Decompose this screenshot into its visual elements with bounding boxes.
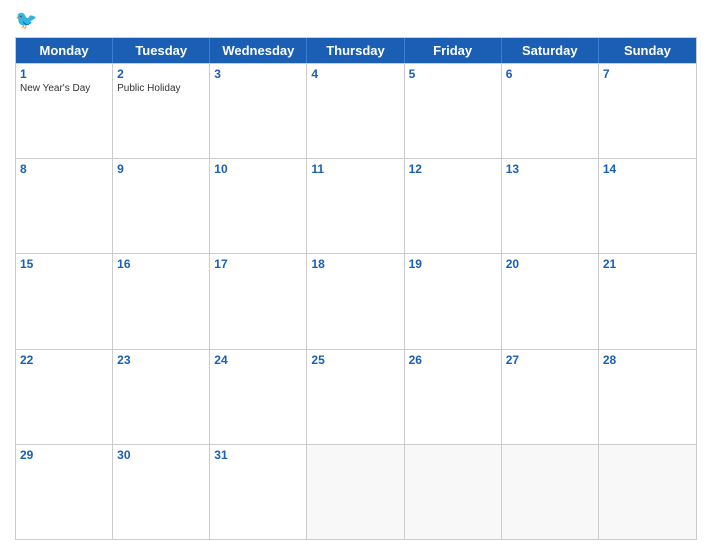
day-number: 30 xyxy=(117,448,205,462)
calendar-week-4: 22 23 24 25 26 27 28 xyxy=(16,349,696,444)
day-number: 9 xyxy=(117,162,205,176)
calendar-cell: 1 New Year's Day xyxy=(16,64,113,158)
calendar-cell: 7 xyxy=(599,64,696,158)
calendar-cell: 11 xyxy=(307,159,404,253)
calendar-cell: 23 xyxy=(113,350,210,444)
calendar-cell: 16 xyxy=(113,254,210,348)
day-number: 17 xyxy=(214,257,302,271)
calendar-cell: 27 xyxy=(502,350,599,444)
calendar-cell: 13 xyxy=(502,159,599,253)
logo-bird-icon: 🐦 xyxy=(15,10,37,31)
calendar-cell xyxy=(405,445,502,539)
day-number: 18 xyxy=(311,257,399,271)
day-number: 10 xyxy=(214,162,302,176)
header-thursday: Thursday xyxy=(307,38,404,63)
day-number: 26 xyxy=(409,353,497,367)
calendar-cell: 24 xyxy=(210,350,307,444)
day-event: Public Holiday xyxy=(117,83,205,95)
calendar-cell: 14 xyxy=(599,159,696,253)
day-number: 28 xyxy=(603,353,692,367)
day-number: 15 xyxy=(20,257,108,271)
calendar-cell xyxy=(599,445,696,539)
calendar-cell: 29 xyxy=(16,445,113,539)
day-number: 6 xyxy=(506,67,594,81)
calendar-cell: 5 xyxy=(405,64,502,158)
calendar-week-5: 29 30 31 xyxy=(16,444,696,539)
calendar-cell: 25 xyxy=(307,350,404,444)
header-friday: Friday xyxy=(405,38,502,63)
header-saturday: Saturday xyxy=(502,38,599,63)
calendar-cell: 19 xyxy=(405,254,502,348)
day-number: 5 xyxy=(409,67,497,81)
day-number: 2 xyxy=(117,67,205,81)
day-number: 21 xyxy=(603,257,692,271)
day-number: 24 xyxy=(214,353,302,367)
day-number: 29 xyxy=(20,448,108,462)
calendar-cell: 26 xyxy=(405,350,502,444)
header-wednesday: Wednesday xyxy=(210,38,307,63)
calendar-cell: 12 xyxy=(405,159,502,253)
day-number: 27 xyxy=(506,353,594,367)
day-number: 31 xyxy=(214,448,302,462)
calendar-cell: 18 xyxy=(307,254,404,348)
day-number: 22 xyxy=(20,353,108,367)
header-tuesday: Tuesday xyxy=(113,38,210,63)
day-number: 20 xyxy=(506,257,594,271)
calendar-header: Monday Tuesday Wednesday Thursday Friday… xyxy=(16,38,696,63)
day-number: 13 xyxy=(506,162,594,176)
logo: 🐦 xyxy=(15,10,37,31)
calendar-cell: 15 xyxy=(16,254,113,348)
calendar-cell: 4 xyxy=(307,64,404,158)
calendar-cell xyxy=(502,445,599,539)
calendar-cell: 10 xyxy=(210,159,307,253)
calendar-cell: 31 xyxy=(210,445,307,539)
day-number: 16 xyxy=(117,257,205,271)
page: 🐦 Monday Tuesday Wednesday Thursday Frid… xyxy=(0,0,712,550)
calendar-cell: 22 xyxy=(16,350,113,444)
day-number: 25 xyxy=(311,353,399,367)
day-number: 7 xyxy=(603,67,692,81)
day-number: 8 xyxy=(20,162,108,176)
day-number: 14 xyxy=(603,162,692,176)
calendar-cell: 28 xyxy=(599,350,696,444)
day-number: 19 xyxy=(409,257,497,271)
calendar-cell: 9 xyxy=(113,159,210,253)
calendar-cell: 30 xyxy=(113,445,210,539)
day-number: 11 xyxy=(311,162,399,176)
calendar-week-2: 89 10 11 12 13 14 xyxy=(16,158,696,253)
day-number: 12 xyxy=(409,162,497,176)
calendar-cell: 6 xyxy=(502,64,599,158)
calendar-cell: 20 xyxy=(502,254,599,348)
calendar: Monday Tuesday Wednesday Thursday Friday… xyxy=(15,37,697,540)
header-monday: Monday xyxy=(16,38,113,63)
day-number: 23 xyxy=(117,353,205,367)
calendar-cell: 3 xyxy=(210,64,307,158)
header-sunday: Sunday xyxy=(599,38,696,63)
day-number: 1 xyxy=(20,67,108,81)
calendar-cell: 17 xyxy=(210,254,307,348)
calendar-cell: 2 Public Holiday xyxy=(113,64,210,158)
calendar-week-3: 15 16 17 18 19 20 21 xyxy=(16,253,696,348)
day-number: 3 xyxy=(214,67,302,81)
calendar-week-1: 1 New Year's Day 2 Public Holiday 34567 xyxy=(16,63,696,158)
calendar-cell: 8 xyxy=(16,159,113,253)
calendar-body: 1 New Year's Day 2 Public Holiday 34567 89 10 1… xyxy=(16,63,696,539)
day-number: 4 xyxy=(311,67,399,81)
calendar-cell xyxy=(307,445,404,539)
header: 🐦 xyxy=(15,10,697,31)
calendar-cell: 21 xyxy=(599,254,696,348)
day-event: New Year's Day xyxy=(20,83,108,95)
